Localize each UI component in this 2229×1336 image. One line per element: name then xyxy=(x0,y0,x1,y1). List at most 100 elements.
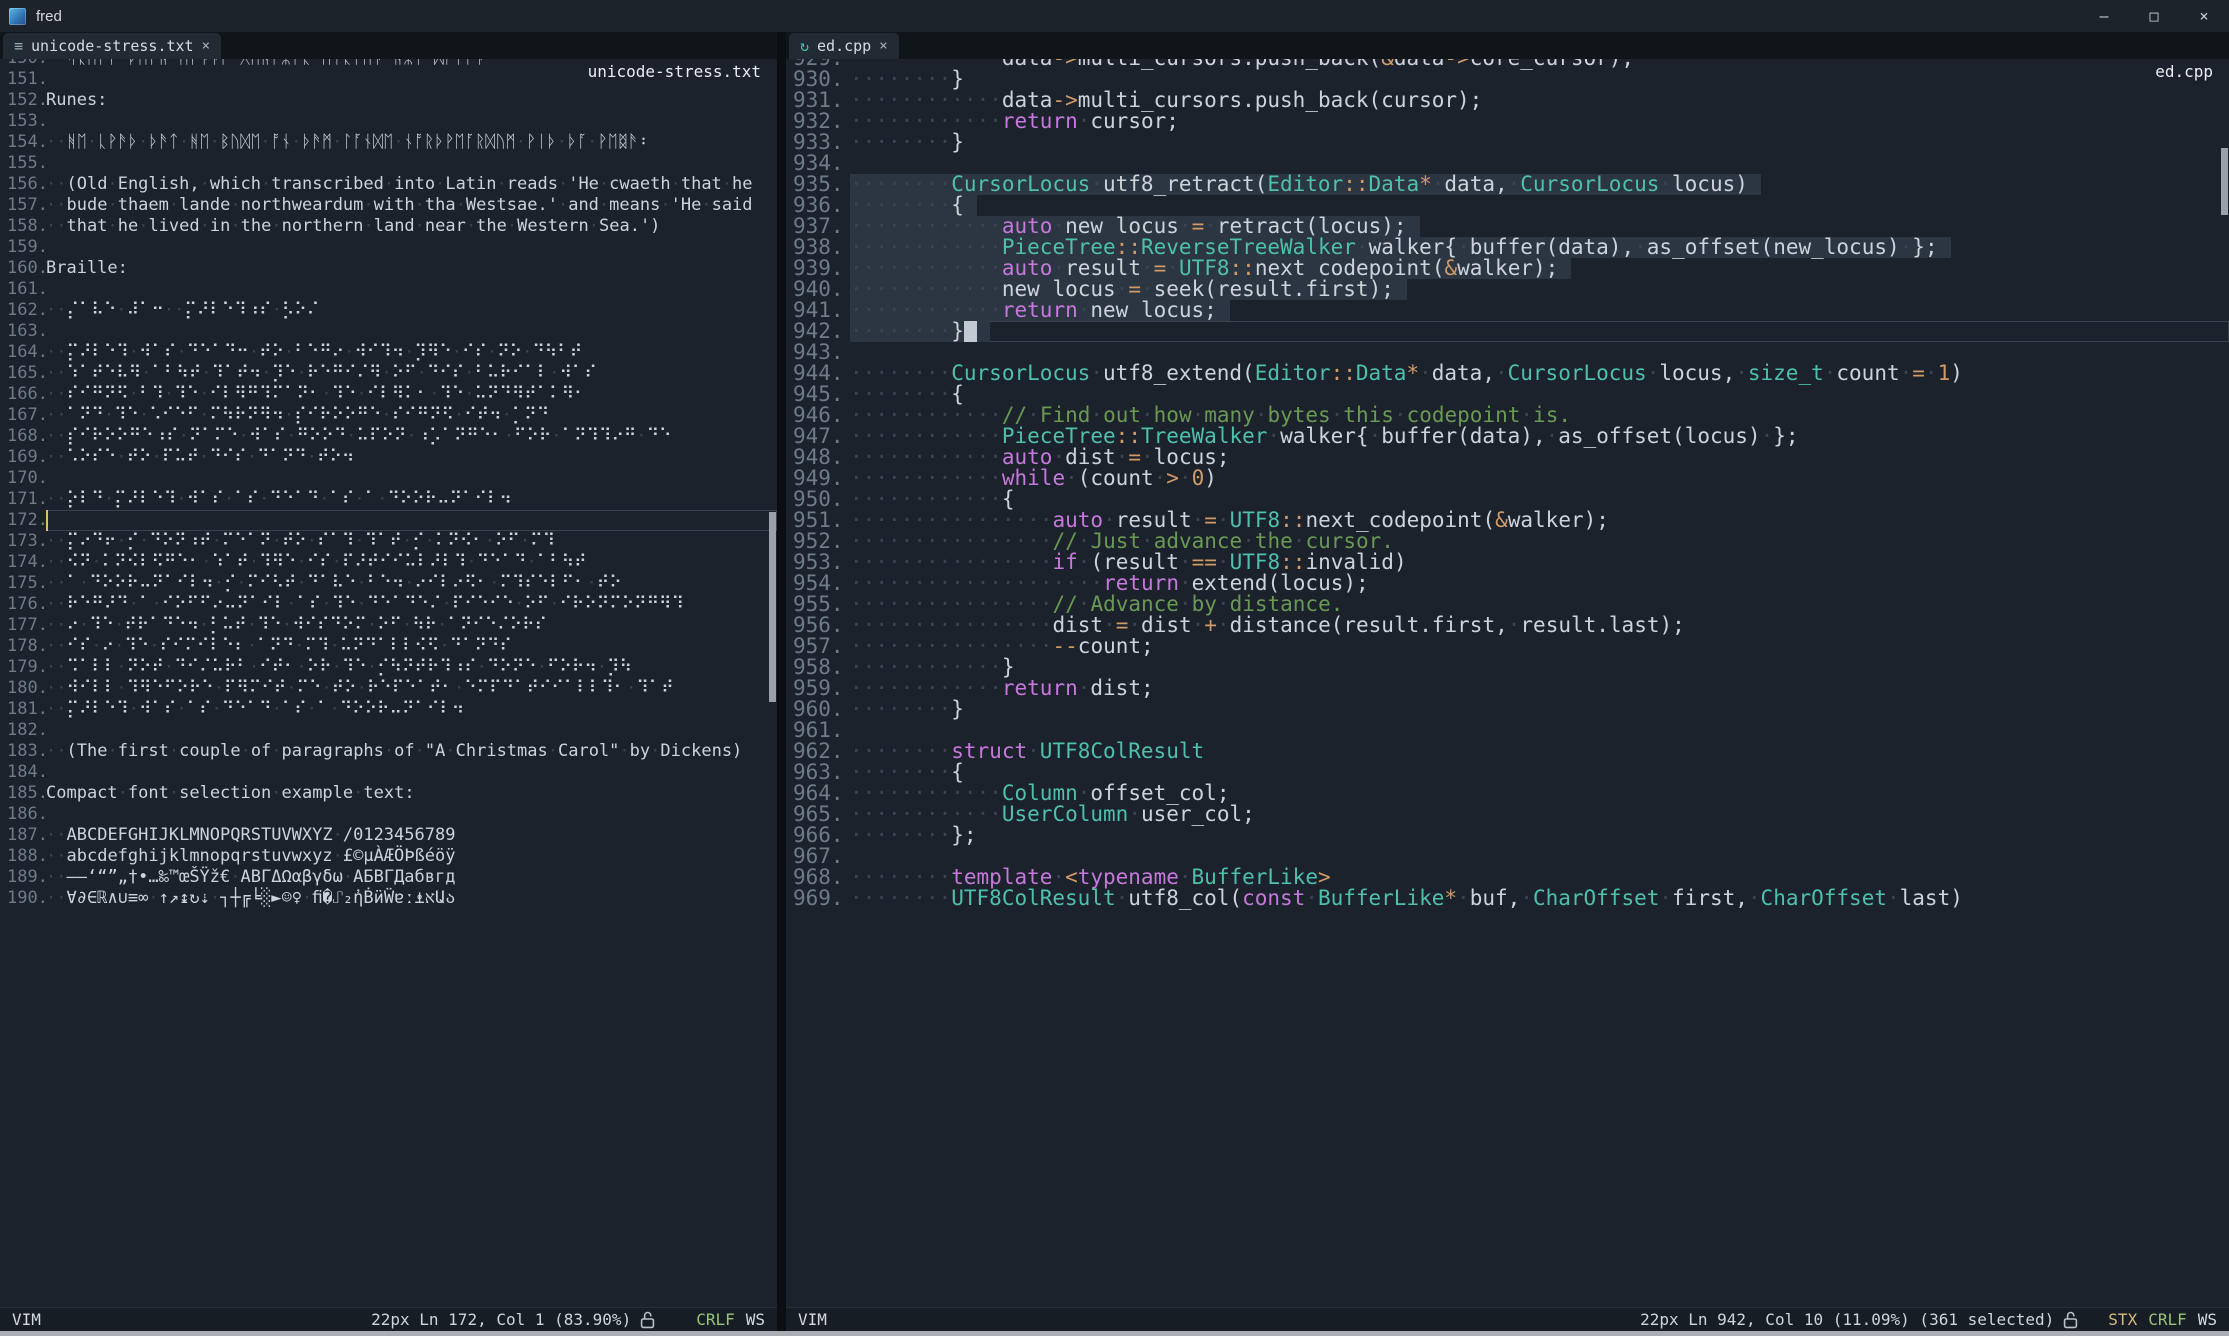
code-line[interactable]: 155. xyxy=(0,153,777,174)
code-line[interactable]: 944.········CursorLocus·utf8_extend(Edit… xyxy=(786,363,2229,384)
whitespace-badge[interactable]: WS xyxy=(2198,1310,2217,1329)
code-line[interactable]: 943. xyxy=(786,342,2229,363)
code-line[interactable]: 170. xyxy=(0,468,777,489)
vertical-scrollbar-thumb[interactable] xyxy=(2221,148,2228,215)
code-line[interactable]: 969.········UTF8ColResult·utf8_col(const… xyxy=(786,888,2229,909)
code-line[interactable]: 183.··(The·first·couple·of·paragraphs·of… xyxy=(0,741,777,762)
vertical-scrollbar-thumb[interactable] xyxy=(769,512,776,702)
code-line[interactable]: 951.················auto·result·=·UTF8::… xyxy=(786,510,2229,531)
minimize-button[interactable]: — xyxy=(2079,0,2129,32)
whitespace-dot: · xyxy=(294,636,304,656)
code-line[interactable]: 175.··⠁·⠙⠕⠕⠗⠤⠝⠁⠊⠇⠲·⡊·⠍⠊⠣⠞·⠙⠁⠧⠑·⠃⠑⠲·⠔⠊⠇⠔⠫… xyxy=(0,573,777,594)
code-line[interactable]: 962.········struct·UTF8ColResult xyxy=(786,741,2229,762)
code-line[interactable]: 156.··(Old·English,·which·transcribed·in… xyxy=(0,174,777,195)
code-line[interactable]: 950.············{ xyxy=(786,489,2229,510)
encoding-badge[interactable]: STX xyxy=(2108,1310,2137,1329)
code-line[interactable]: 967. xyxy=(786,846,2229,867)
code-line[interactable]: 965.············UserColumn·user_col; xyxy=(786,804,2229,825)
code-line[interactable]: 961. xyxy=(786,720,2229,741)
maximize-button[interactable]: □ xyxy=(2129,0,2179,32)
horizontal-scrollbar[interactable] xyxy=(0,1331,2229,1336)
code-line[interactable]: 189.··–—‘“”„†•…‰™œŠŸž€·ΑΒΓΔΩαβγδω·АБВГДа… xyxy=(0,867,777,888)
tab-close-icon[interactable]: × xyxy=(202,38,210,54)
code-line[interactable]: 165.··⠱⠁⠞⠑⠧⠻·⠁⠃⠳⠞·⠹⠁⠞⠲·⡹⠑·⠗⠑⠛⠊⠌⠻·⠕⠋·⠙⠊⠎·… xyxy=(0,363,777,384)
code-line[interactable]: 947.············PieceTree::TreeWalker·wa… xyxy=(786,426,2229,447)
code-line[interactable]: 957.················--count; xyxy=(786,636,2229,657)
code-line[interactable]: 952.················//·Just·advance·the·… xyxy=(786,531,2229,552)
code-line[interactable]: 159. xyxy=(0,237,777,258)
code-line[interactable]: 932.············return·cursor; xyxy=(786,111,2229,132)
titlebar[interactable]: fred — □ × xyxy=(0,0,2229,32)
code-line[interactable]: 948.············auto·dist·=·locus; xyxy=(786,447,2229,468)
code-line[interactable]: 180.··⠺⠊⠇⠇·⠹⠻⠑⠋⠕⠗⠑·⠏⠻⠍⠊⠞·⠍⠑·⠞⠕·⠗⠑⠏⠑⠁⠞⠂·⠑… xyxy=(0,678,777,699)
editor-unicode-stress[interactable]: unicode-stress.txt 150.··ᛋᚳᛖᚪᛚ᛫ᚦᛖᚪᚻ᛫ᛗᚪᚾᚾ… xyxy=(0,59,777,1307)
code-line[interactable]: 188.··abcdefghijklmnopqrstuvwxyz·£©µÀÆÖÞ… xyxy=(0,846,777,867)
code-line[interactable]: 963.········{ xyxy=(786,762,2229,783)
code-line[interactable]: 158.··that·he·lived·in·the·northern·land… xyxy=(0,216,777,237)
code-line[interactable]: 153. xyxy=(0,111,777,132)
code-line[interactable]: 937.············auto·new_locus·=·retract… xyxy=(786,216,2229,237)
code-line[interactable]: 164.··⡍⠜⠇⠑⠹·⠺⠁⠎·⠙⠑⠁⠙⠒·⠞⠕·⠃⠑⠛⠔·⠺⠊⠹⠲·⡹⠻⠑·⠊… xyxy=(0,342,777,363)
code-line[interactable]: 173.··⡍⠔⠙⠖·⡊·⠙⠕⠝⠰⠞·⠍⠑⠁⠝·⠞⠕·⠎⠁⠹·⠹⠁⠞·⡊·⠅⠝⠪… xyxy=(0,531,777,552)
code-line[interactable]: 942.········} xyxy=(786,321,2229,342)
code-line[interactable]: 946.············//·Find·out·how·many·byt… xyxy=(786,405,2229,426)
code-line[interactable]: 162.··⡌⠁⠧⠑·⠼⠁⠒··⡍⠜⠇⠑⠹⠰⠎·⡣⠕⠌ xyxy=(0,300,777,321)
eol-badge[interactable]: CRLF xyxy=(696,1310,735,1329)
tab-close-icon[interactable]: × xyxy=(879,38,887,54)
tab-ed-cpp[interactable]: ↻ ed.cpp × xyxy=(789,33,899,59)
code-line[interactable]: 968.········template·<typename·BufferLik… xyxy=(786,867,2229,888)
code-line[interactable]: 930.········} xyxy=(786,69,2229,90)
eol-badge[interactable]: CRLF xyxy=(2148,1310,2187,1329)
whitespace-badge[interactable]: WS xyxy=(746,1310,765,1329)
code-line[interactable]: 169.··⠡⠕⠎⠑·⠞⠕·⠏⠥⠞·⠙⠊⠎·⠙⠁⠝⠙·⠞⠕⠲ xyxy=(0,447,777,468)
code-line[interactable]: 190.··∀∂∈ℝ∧∪≡∞·↑↗↨↻⇣·┐┼╔╘░►☺♀·ﬁ�⑀₂ἠḂӥẄɐː… xyxy=(0,888,777,909)
code-line[interactable]: 933.········} xyxy=(786,132,2229,153)
code-line[interactable]: 179.··⠩⠁⠇⠇·⠝⠕⠞·⠙⠊⠌⠥⠗⠃·⠊⠞⠂·⠕⠗·⠹⠑·⡊⠳⠝⠞⠗⠹⠰⠎… xyxy=(0,657,777,678)
code-line[interactable]: 178.··⠊⠎·⠔·⠹⠑·⠎⠊⠍⠊⠇⠑⠆·⠁⠝⠙·⠍⠹·⠥⠝⠙⠁⠇⠇⠪⠫·⠙⠁… xyxy=(0,636,777,657)
close-button[interactable]: × xyxy=(2179,0,2229,32)
code-line[interactable]: 966.········}; xyxy=(786,825,2229,846)
code-line[interactable]: 964.············Column·offset_col; xyxy=(786,783,2229,804)
code-line[interactable]: 958.············} xyxy=(786,657,2229,678)
code-line[interactable]: 956.················dist·=·dist·+·distan… xyxy=(786,615,2229,636)
code-line[interactable]: 174.··⠪⠝·⠅⠝⠪⠇⠫⠛⠑⠂·⠱⠁⠞·⠹⠻⠑·⠊⠎·⠏⠜⠞⠊⠊⠥⠇⠜⠇⠹·… xyxy=(0,552,777,573)
code-line[interactable]: 949.············while·(count·>·0) xyxy=(786,468,2229,489)
code-line[interactable]: 163. xyxy=(0,321,777,342)
code-line[interactable]: 160.Braille: xyxy=(0,258,777,279)
code-line[interactable]: 938.············PieceTree::ReverseTreeWa… xyxy=(786,237,2229,258)
code-line[interactable]: 934. xyxy=(786,153,2229,174)
code-line[interactable]: 166.··⠎⠊⠛⠝⠫·⠃⠹·⠹⠑·⠊⠇⠻⠛⠹⠍⠁⠝⠂·⠹⠑·⠊⠇⠻⠅⠂·⠹⠑·… xyxy=(0,384,777,405)
code-line[interactable]: 181.··⡍⠜⠇⠑⠹·⠺⠁⠎·⠁⠎·⠙⠑⠁⠙·⠁⠎·⠁·⠙⠕⠕⠗⠤⠝⠁⠊⠇⠲ xyxy=(0,699,777,720)
code-line[interactable]: 167.··⠁⠝⠙·⠹⠑·⠡⠊⠑⠋·⠍⠳⠗⠝⠻⠲·⡎⠊⠗⠕⠕⠛⠑·⠎⠊⠛⠝⠫·⠊… xyxy=(0,405,777,426)
code-line[interactable]: 176.··⠗⠑⠛⠜⠙·⠁·⠊⠕⠋⠋⠔⠤⠝⠁⠊⠇·⠁⠎·⠹⠑·⠙⠑⠁⠙⠑⠌·⠏⠊… xyxy=(0,594,777,615)
pane-divider[interactable] xyxy=(777,32,786,1331)
code-line[interactable]: 954.····················return·extend(lo… xyxy=(786,573,2229,594)
code-line[interactable]: 939.············auto·result·=·UTF8::next… xyxy=(786,258,2229,279)
editor-ed-cpp[interactable]: ed.cpp 929.············data->multi_curso… xyxy=(786,59,2229,1307)
code-line[interactable]: 960.········} xyxy=(786,699,2229,720)
code-line[interactable]: 172. xyxy=(0,510,777,531)
code-line[interactable]: 187.··ABCDEFGHIJKLMNOPQRSTUVWXYZ·/012345… xyxy=(0,825,777,846)
code-line[interactable]: 186. xyxy=(0,804,777,825)
code-line[interactable]: 945.········{ xyxy=(786,384,2229,405)
code-line[interactable]: 929.············data->multi_cursors.push… xyxy=(786,59,2229,69)
code-line[interactable]: 936.········{ xyxy=(786,195,2229,216)
code-line[interactable]: 152.Runes: xyxy=(0,90,777,111)
code-line[interactable]: 953.················if·(result·==·UTF8::… xyxy=(786,552,2229,573)
tab-unicode-stress-txt[interactable]: ≡ unicode-stress.txt × xyxy=(3,33,221,59)
code-line[interactable]: 185.Compact·font·selection·example·text: xyxy=(0,783,777,804)
code-line[interactable]: 940.············new_locus·=·seek(result.… xyxy=(786,279,2229,300)
code-line[interactable]: 955.················//·Advance·by·distan… xyxy=(786,594,2229,615)
code-line[interactable]: 931.············data->multi_cursors.push… xyxy=(786,90,2229,111)
code-line[interactable]: 959.············return·dist; xyxy=(786,678,2229,699)
code-line[interactable]: 168.··⡎⠊⠗⠕⠕⠛⠑⠰⠎·⠝⠁⠍⠑·⠺⠁⠎·⠛⠕⠕⠙·⠥⠏⠕⠝·⠰⡡⠁⠝⠛… xyxy=(0,426,777,447)
code-line[interactable]: 184. xyxy=(0,762,777,783)
code-line[interactable]: 161. xyxy=(0,279,777,300)
code-line[interactable]: 941.············return·new_locus; xyxy=(786,300,2229,321)
code-line[interactable]: 154.··ᚻᛖ·ᚳᚹᚫᚦ·ᚦᚫᛏ·ᚻᛖ·ᛒᚢᛞᛖ·ᚩᚾ·ᚦᚫᛗ·ᛚᚪᚾᛞᛖ·ᚾ… xyxy=(0,132,777,153)
code-line[interactable]: 157.··bude·thaem·lande·northweardum·with… xyxy=(0,195,777,216)
code-line[interactable]: 171.··⡕⠇⠙·⡍⠜⠇⠑⠹·⠺⠁⠎·⠁⠎·⠙⠑⠁⠙·⠁⠎·⠁·⠙⠕⠕⠗⠤⠝⠁… xyxy=(0,489,777,510)
code-line[interactable]: 935.········CursorLocus·utf8_retract(Edi… xyxy=(786,174,2229,195)
code-line[interactable]: 177.··⠔·⠹⠑·⠞⠗⠁⠙⠑⠲·⡃⠥⠞·⠹⠑·⠺⠊⠎⠙⠕⠍·⠕⠋·⠳⠗·⠁⠝… xyxy=(0,615,777,636)
code-line[interactable]: 182. xyxy=(0,720,777,741)
